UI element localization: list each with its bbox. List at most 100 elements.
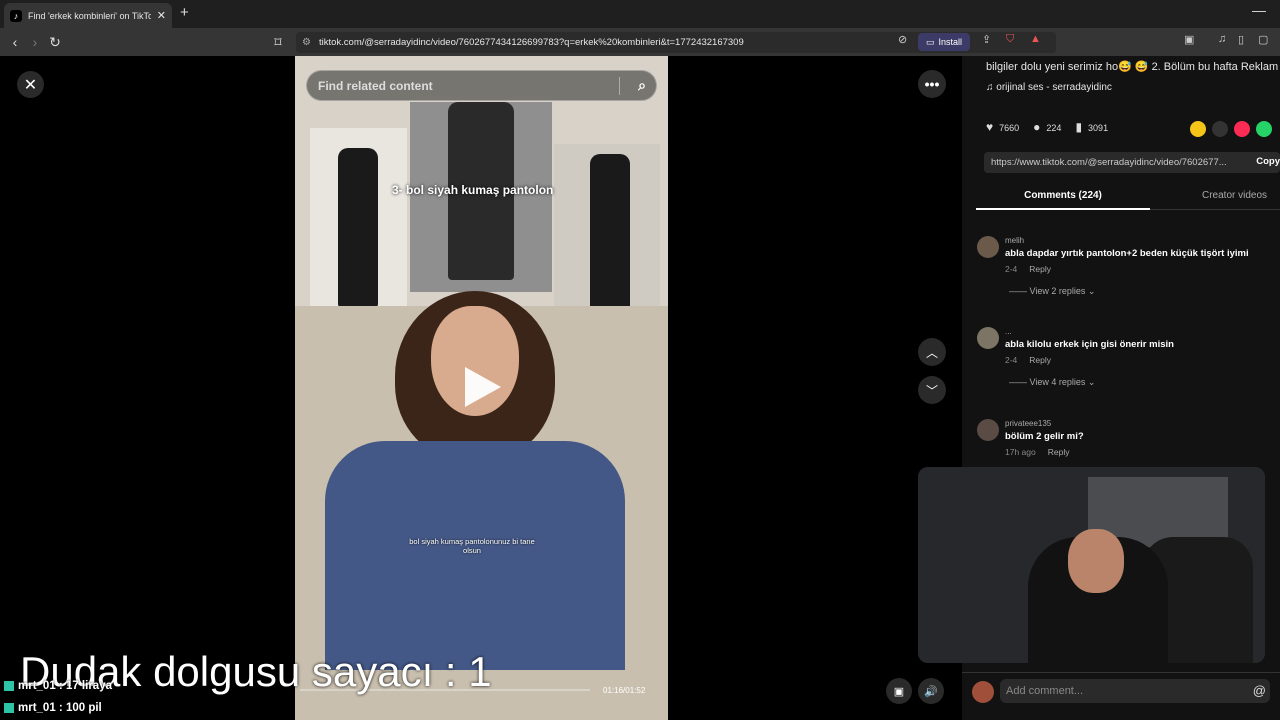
bookmark-icon[interactable]: ⌑ [268,34,288,51]
like-button[interactable]: ♥ 7660 [986,120,1019,134]
avatar[interactable] [977,327,999,349]
chat-text: : 100 pil [58,702,102,714]
view-replies-button[interactable]: —— View 4 replies ⌄ [1009,377,1095,388]
related-search-input[interactable]: Find related content ⌕ [306,70,657,101]
comment-count: 224 [1046,123,1062,133]
comment-button[interactable]: ● 224 [1033,120,1061,134]
share-pink-icon[interactable] [1234,121,1250,137]
comment-username[interactable]: melih [1005,236,1024,245]
outfit-photo-right [554,144,660,310]
video-caption-top: 3- bol siyah kumaş pantolon [392,183,554,197]
comment-date: 17h ago [1005,447,1036,457]
chat-badge-icon [4,702,14,713]
close-video-button[interactable]: ✕ [17,71,44,98]
share-icons [1190,121,1272,137]
browser-tabbar: ♪ Find 'erkek kombinleri' on TikTok ✕ + … [0,0,1280,28]
tab-creator-videos[interactable]: Creator videos [1202,186,1267,201]
comment-date: 2-4 [1005,355,1018,365]
share-page-icon[interactable]: ⇪ [982,33,991,46]
heart-icon: ♥ [986,120,994,134]
copy-link-button[interactable]: Copy [1256,156,1280,167]
bookmark-icon: ▮ [1075,120,1083,134]
comment-username[interactable]: privateee135 [1005,419,1051,428]
embed-icon[interactable] [1212,121,1228,137]
add-comment-placeholder: Add comment... [1006,685,1084,697]
comment-meta: 17h ago Reply [1005,447,1069,457]
video-link-text: https://www.tiktok.com/@serradayidinc/vi… [991,157,1227,168]
search-divider [619,77,620,95]
browser-toolbar: ‹ › ↻ ⌑ ⚙ tiktok.com/@serradayidinc/vide… [0,28,1280,56]
next-video-button[interactable]: ﹀ [918,376,946,404]
tab-title: Find 'erkek kombinleri' on TikTok [28,10,151,21]
install-label: Install [938,37,963,47]
chat-text: : 17 liraya [58,680,112,692]
install-app-button[interactable]: ▭ Install [918,33,970,51]
media-icon[interactable]: ♫ [1218,33,1226,45]
save-button[interactable]: ▮ 3091 [1075,120,1108,134]
url-text: tiktok.com/@serradayidinc/video/76026774… [318,37,744,48]
add-comment-bar: Add comment... @ [962,672,1280,720]
reply-button[interactable]: Reply [1048,447,1070,457]
install-icon: ▭ [925,36,935,47]
brave-shield-icon[interactable]: ⛉ [1006,33,1014,46]
reply-button[interactable]: Reply [1029,264,1051,274]
mention-icon[interactable]: @ [1253,683,1266,698]
view-replies-label: View 2 replies [1029,286,1086,296]
add-comment-input[interactable]: Add comment... [1000,679,1270,703]
comment-text: bölüm 2 gelir mi? [1005,431,1084,442]
close-tab-icon[interactable]: ✕ [157,9,166,22]
back-icon[interactable]: ‹ [5,34,25,50]
comment-username[interactable]: ... [1005,327,1012,336]
video-timecode: 01:16/01:52 [603,686,646,695]
panel-tabs: Comments (224) Creator videos [976,186,1280,210]
view-replies-button[interactable]: —— View 2 replies ⌄ [1009,286,1095,297]
reload-icon[interactable]: ↻ [45,34,65,51]
browser-tab[interactable]: ♪ Find 'erkek kombinleri' on TikTok ✕ [4,3,172,28]
avatar[interactable] [977,236,999,258]
play-icon[interactable] [465,367,501,407]
reader-icon[interactable]: ▯ [1238,33,1244,46]
chat-message: mrt_01 : 100 pil [4,702,102,714]
comment-icon: ● [1033,120,1041,134]
comment-date: 2-4 [1005,264,1018,274]
more-options-button[interactable]: ••• [918,70,946,98]
music-note-icon: ♫ [986,82,997,93]
chat-message: mrt_01 : 17 liraya [4,680,112,692]
site-info-icon[interactable]: ⚙ [302,37,311,48]
streamer-head [1068,529,1124,593]
webcam-overlay [918,467,1265,663]
minimize-button[interactable]: — [1252,2,1266,18]
reply-button[interactable]: Reply [1029,355,1051,365]
comment-meta: 2-4 Reply [1005,264,1051,274]
outfit-photo-left [310,128,407,318]
volume-icon[interactable]: 🔊 [918,678,944,704]
user-avatar [972,681,994,703]
avatar[interactable] [977,419,999,441]
tiktok-icon: ♪ [10,9,22,22]
share-gold-icon[interactable] [1190,121,1206,137]
forward-icon[interactable]: › [25,34,45,50]
chat-username: mrt_01 [18,680,56,692]
mute-site-icon[interactable]: ⊘ [898,33,907,46]
outfit-photo-center [410,102,552,292]
sound-link[interactable]: ♫ orijinal ses - serradayidinc [986,82,1112,93]
view-replies-label: View 4 replies [1029,377,1086,387]
menu-icon[interactable]: ▢ [1258,33,1268,46]
rewards-icon[interactable]: ▲ [1030,33,1041,45]
save-count: 3091 [1088,123,1109,133]
new-tab-button[interactable]: + [180,4,189,21]
sidebar-toggle-icon[interactable]: ▣ [1184,33,1194,46]
tab-comments[interactable]: Comments (224) [976,186,1150,210]
video-link-box[interactable]: https://www.tiktok.com/@serradayidinc/vi… [984,152,1280,173]
pip-icon[interactable]: ▣ [886,678,912,704]
search-icon[interactable]: ⌕ [638,77,646,94]
post-description: bilgiler dolu yeni serimiz ho😅 😅 2. Bölü… [986,61,1279,73]
whatsapp-icon[interactable] [1256,121,1272,137]
sound-label: orijinal ses - serradayidinc [996,82,1112,93]
like-count: 7660 [999,123,1020,133]
previous-video-button[interactable]: ︿ [918,338,946,366]
chat-badge-icon [4,680,14,691]
search-placeholder: Find related content [318,78,433,93]
presenter-sweater [325,441,625,670]
chat-username: mrt_01 [18,702,56,714]
